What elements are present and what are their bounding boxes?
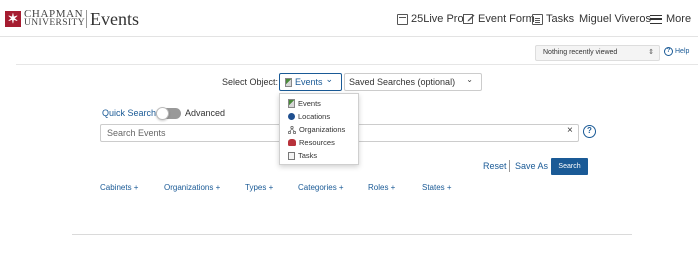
user-name: Miguel Viveros: [579, 13, 651, 25]
saved-searches-value: Saved Searches (optional): [349, 77, 456, 87]
menu-item-events[interactable]: Events: [280, 97, 358, 110]
nav-event-form[interactable]: Event Form: [463, 11, 535, 27]
toggle-knob[interactable]: [156, 107, 169, 120]
reset-link[interactable]: Reset: [483, 161, 507, 171]
nav-25live-pro-label: 25Live Pro: [411, 13, 464, 25]
select-arrows-icon: ⇕: [648, 49, 654, 56]
nav-event-form-label: Event Form: [478, 13, 535, 25]
object-type-dropdown[interactable]: Events ⌄: [279, 73, 342, 91]
nav-tasks-label: Tasks: [546, 13, 575, 25]
menu-item-locations[interactable]: Locations: [280, 110, 358, 123]
divider: [16, 64, 698, 65]
calendar-icon: [397, 13, 408, 25]
more-menu-button[interactable]: More: [650, 11, 691, 27]
search-placeholder: Search Events: [107, 128, 166, 138]
app-title[interactable]: Events: [90, 9, 139, 30]
recently-viewed-select[interactable]: Nothing recently viewed ⇕: [535, 45, 660, 61]
object-type-menu: Events Locations Organizations Resources…: [279, 93, 359, 165]
tasks-icon: [532, 13, 543, 25]
nav-tasks[interactable]: Tasks: [532, 11, 574, 27]
resource-icon: [288, 139, 296, 146]
menu-item-label: Events: [298, 99, 321, 108]
chevron-down-icon: ⌄: [325, 73, 334, 84]
help-link[interactable]: ? Help: [664, 47, 689, 56]
facet-categories[interactable]: Categories +: [298, 183, 344, 192]
facet-organizations[interactable]: Organizations +: [164, 183, 220, 192]
location-icon: [288, 113, 295, 120]
menu-item-label: Locations: [298, 112, 331, 121]
menu-item-label: Tasks: [298, 151, 318, 160]
menu-item-label: Resources: [299, 138, 335, 147]
advanced-label[interactable]: Advanced: [185, 108, 225, 118]
help-icon: ?: [664, 47, 673, 56]
select-object-label: Select Object:: [222, 77, 279, 87]
menu-item-label: Organizations: [299, 125, 346, 134]
search-button[interactable]: Search: [551, 158, 588, 175]
hamburger-icon: [650, 14, 662, 24]
menu-item-tasks[interactable]: Tasks: [280, 149, 358, 162]
task-icon: [288, 151, 295, 160]
logo-divider: [86, 10, 87, 28]
menu-item-organizations[interactable]: Organizations: [280, 123, 358, 136]
save-as-link[interactable]: Save As: [515, 161, 548, 171]
object-type-value: Events: [295, 77, 323, 87]
facet-states[interactable]: States +: [422, 183, 452, 192]
action-separator: [509, 160, 510, 172]
events-icon: [285, 77, 292, 87]
nav-25live-pro[interactable]: 25Live Pro: [397, 11, 464, 27]
top-header: ✶ CHAPMAN UNIVERSITY Events 25Live Pro E…: [0, 0, 698, 37]
results-divider: [72, 234, 632, 235]
menu-item-resources[interactable]: Resources: [280, 136, 358, 149]
help-label: Help: [675, 48, 690, 55]
organization-icon: [288, 125, 296, 134]
chevron-down-icon: ⌄: [466, 75, 473, 84]
chapman-logo-icon[interactable]: ✶: [5, 11, 21, 27]
clear-search-icon[interactable]: ×: [567, 125, 573, 136]
facet-roles[interactable]: Roles +: [368, 183, 395, 192]
university-logo-text[interactable]: CHAPMAN UNIVERSITY: [24, 9, 86, 28]
saved-searches-dropdown[interactable]: Saved Searches (optional) ⌄: [344, 73, 482, 91]
logo-line-2: UNIVERSITY: [24, 18, 85, 28]
more-label: More: [666, 13, 692, 25]
facet-types[interactable]: Types +: [245, 183, 273, 192]
search-help-icon[interactable]: ?: [583, 125, 596, 138]
recently-viewed-value: Nothing recently viewed: [543, 49, 618, 56]
user-menu[interactable]: Miguel Viveros: [579, 11, 651, 27]
facet-cabinets[interactable]: Cabinets +: [100, 183, 138, 192]
edit-form-icon: [463, 14, 475, 24]
events-icon: [288, 99, 295, 108]
quick-search-label[interactable]: Quick Search: [102, 108, 156, 118]
